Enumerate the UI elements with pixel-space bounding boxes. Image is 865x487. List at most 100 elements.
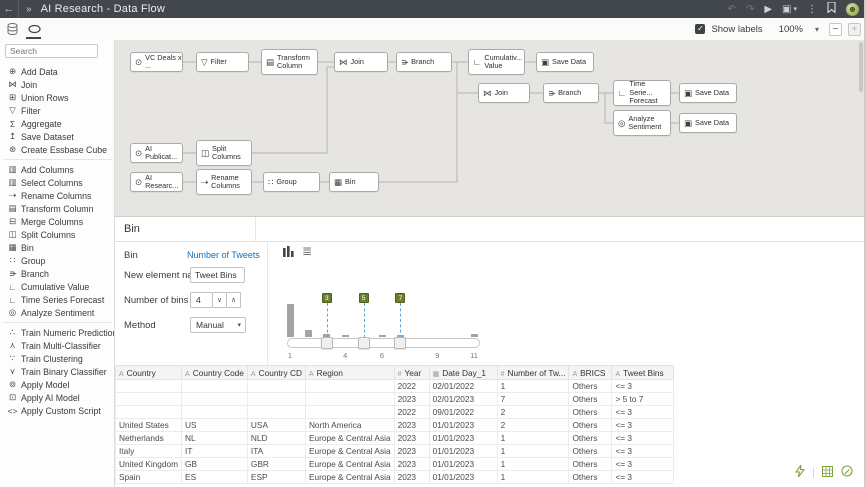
- sidebar-item-label: Apply Model: [21, 379, 70, 390]
- list-view-icon[interactable]: ≣: [300, 244, 314, 258]
- sidebar-item-branch[interactable]: ⋔ Branch: [0, 267, 114, 280]
- node-analyze-sentiment[interactable]: ◎ Analyze Sentiment: [613, 110, 671, 136]
- canvas-vertical-scrollbar[interactable]: [859, 42, 863, 92]
- zoom-level-caret-icon[interactable]: ▾: [815, 25, 819, 34]
- tab-steps[interactable]: [26, 21, 42, 37]
- number-of-bins-value[interactable]: 4: [190, 292, 213, 308]
- sidebar-item-transform-column[interactable]: ▤ Transform Column: [0, 202, 114, 215]
- bin-slider-handle[interactable]: [320, 337, 333, 349]
- sidebar-item-group[interactable]: ∷ Group: [0, 254, 114, 267]
- sidebar-item-rename-columns[interactable]: ⇢ Rename Columns: [0, 189, 114, 202]
- sidebar-item-select-columns[interactable]: ▥ Select Columns: [0, 176, 114, 189]
- node-cumulative-value[interactable]: ∟ Cumulativ... Value: [468, 49, 525, 75]
- run-flow-icon[interactable]: ▶: [764, 4, 772, 15]
- node-join-2[interactable]: ⋈ Join: [478, 83, 530, 103]
- column-header-region[interactable]: A Region: [304, 365, 395, 380]
- sidebar-item-aggregate[interactable]: Σ Aggregate: [0, 117, 114, 130]
- bookmark-icon[interactable]: [827, 1, 836, 16]
- sidebar-item-apply-custom-script[interactable]: <> Apply Custom Script: [0, 404, 114, 417]
- sidebar-item-filter[interactable]: ▽ Filter: [0, 104, 114, 117]
- bin-slider-track[interactable]: [287, 338, 480, 348]
- sidebar-item-split-columns[interactable]: ◫ Split Columns: [0, 228, 114, 241]
- node-branch-1[interactable]: ⋔ Branch: [396, 52, 452, 72]
- sidebar-item-analyze-sentiment[interactable]: ◎ Analyze Sentiment: [0, 306, 114, 319]
- node-transform-column[interactable]: ▤ Transform Column: [261, 49, 318, 75]
- node-ai-research-dataset[interactable]: ⊙ AI Researc...: [130, 172, 183, 192]
- column-header-date-day-1[interactable]: ▦ Date Day_1: [428, 365, 498, 380]
- column-header-number-of-tw[interactable]: # Number of Tw...: [496, 365, 570, 380]
- sidebar-item-merge-columns[interactable]: ⊟ Merge Columns: [0, 215, 114, 228]
- zoom-out-button[interactable]: −: [829, 22, 842, 36]
- table-grid-icon[interactable]: [822, 464, 833, 482]
- sidebar-item-train-multi-classifier[interactable]: ⋏ Train Multi-Classifier: [0, 339, 114, 352]
- bins-increment-button[interactable]: ∧: [227, 292, 241, 308]
- node-group[interactable]: ∷ Group: [263, 172, 320, 192]
- save-menu-button[interactable]: ▣ ▾: [782, 4, 797, 15]
- sidebar-item-train-clustering[interactable]: ∵ Train Clustering: [0, 352, 114, 365]
- sidebar-item-add-columns[interactable]: ▥ Add Columns: [0, 163, 114, 176]
- histogram-view-icon[interactable]: [281, 244, 295, 258]
- sidebar-item-cumulative-value[interactable]: ∟ Cumulative Value: [0, 280, 114, 293]
- column-header-year[interactable]: # Year: [393, 365, 430, 380]
- sidebar-item-union-rows[interactable]: ⊞ Union Rows: [0, 91, 114, 104]
- redo-icon[interactable]: ↷: [746, 4, 754, 15]
- sidebar-item-join[interactable]: ⋈ Join: [0, 78, 114, 91]
- flow-step-icon: [27, 24, 41, 34]
- table-cell: 7: [496, 392, 570, 406]
- sidebar-item-train-binary-classifier[interactable]: ⋎ Train Binary Classifier: [0, 365, 114, 378]
- bin-column-link[interactable]: Number of Tweets: [187, 250, 260, 260]
- histogram-axis-tick: 9: [435, 351, 440, 360]
- column-header-brics[interactable]: A BRICS: [568, 365, 613, 380]
- node-rename-columns[interactable]: ⇢ Rename Columns: [196, 169, 252, 195]
- zoom-level-value[interactable]: 100%: [779, 24, 803, 35]
- sidebar-item-bin[interactable]: ▦ Bin: [0, 241, 114, 254]
- node-filter[interactable]: ▽ Filter: [196, 52, 249, 72]
- train-multi-classifier-icon: ⋏: [9, 340, 16, 350]
- table-cell: Italy: [115, 444, 183, 458]
- sidebar-item-train-numeric-prediction[interactable]: ∴ Train Numeric Prediction: [0, 326, 114, 339]
- sidebar-item-label: Merge Columns: [21, 216, 84, 227]
- zoom-in-button[interactable]: +: [848, 22, 861, 36]
- avatar[interactable]: ☻: [846, 2, 859, 16]
- node-time-series-forecast[interactable]: ∟ Time Serie... Forecast: [613, 80, 671, 106]
- sidebar-item-time-series-forecast[interactable]: ∟ Time Series Forecast: [0, 293, 114, 306]
- kebab-menu-icon[interactable]: ⋮: [807, 4, 817, 15]
- new-element-name-input[interactable]: [190, 267, 245, 283]
- sidebar-item-apply-ai-model[interactable]: ⊡ Apply AI Model: [0, 391, 114, 404]
- node-bin[interactable]: ▦ Bin: [329, 172, 379, 192]
- table-cell: Others: [568, 444, 613, 458]
- method-select[interactable]: Manual ▾: [190, 317, 246, 333]
- table-cell: [304, 405, 395, 419]
- table-cell: [115, 405, 183, 419]
- sidebar-item-create-essbase-cube[interactable]: ⊛ Create Essbase Cube: [0, 143, 114, 156]
- bin-slider-handle[interactable]: [394, 337, 407, 349]
- edit-mode-icon[interactable]: [841, 464, 853, 482]
- sidebar-item-add-data[interactable]: ⊕ Add Data: [0, 65, 114, 78]
- show-labels-checkbox[interactable]: ✓: [695, 24, 706, 34]
- sidebar-item-save-dataset[interactable]: ↥ Save Dataset: [0, 130, 114, 143]
- bins-decrement-button[interactable]: ∨: [213, 292, 227, 308]
- validate-flash-icon[interactable]: [794, 464, 806, 482]
- column-header-country-cd[interactable]: A Country CD: [246, 365, 306, 380]
- flow-canvas[interactable]: ⊙ VC Deals x ... ▽ Filter ▤ Transform Column ⋈…: [115, 40, 864, 216]
- column-header-tweet-bins[interactable]: A Tweet Bins: [611, 365, 675, 380]
- node-split-columns[interactable]: ◫ Split Columns: [196, 140, 252, 166]
- bin-slider-handle[interactable]: [357, 337, 370, 349]
- undo-icon[interactable]: ↶: [728, 4, 736, 15]
- node-save-data-3[interactable]: ▣ Save Data: [679, 113, 737, 133]
- node-branch-2[interactable]: ⋔ Branch: [543, 83, 599, 103]
- back-icon[interactable]: ←: [0, 0, 19, 18]
- column-header-country[interactable]: A Country: [115, 365, 183, 380]
- node-join-1[interactable]: ⋈ Join: [334, 52, 388, 72]
- node-ai-publications-dataset[interactable]: ⊙ AI Publicat...: [130, 143, 183, 163]
- expand-panels-icon[interactable]: »: [26, 4, 32, 15]
- sidebar-item-apply-model[interactable]: ⊚ Apply Model: [0, 378, 114, 391]
- tab-data-sources[interactable]: [4, 21, 20, 37]
- column-header-country-code[interactable]: A Country Code: [181, 365, 248, 380]
- node-vc-deals-dataset[interactable]: ⊙ VC Deals x ...: [130, 52, 183, 72]
- number-of-bins-label: Number of bins: [124, 295, 189, 306]
- node-save-data-2[interactable]: ▣ Save Data: [679, 83, 737, 103]
- node-save-data-1[interactable]: ▣ Save Data: [536, 52, 594, 72]
- search-input[interactable]: [5, 44, 98, 58]
- sidebar-item-label: Train Clustering: [21, 353, 83, 364]
